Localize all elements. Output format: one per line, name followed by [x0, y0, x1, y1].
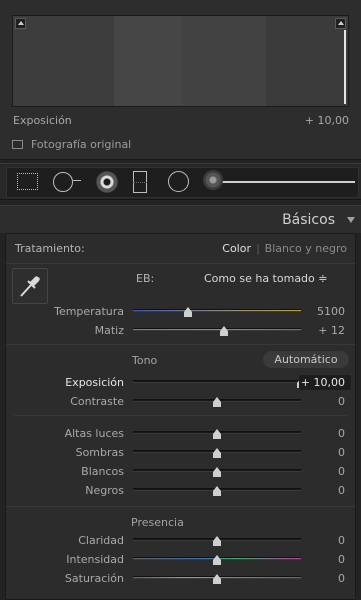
histogram-exposure-zone[interactable]	[182, 16, 266, 106]
divider	[6, 506, 355, 507]
tint-label: Matiz	[94, 324, 124, 337]
clarity-slider[interactable]	[133, 536, 301, 546]
highlights-thumb[interactable]	[213, 429, 222, 439]
blacks-thumb[interactable]	[213, 486, 222, 496]
histogram-whites-zone[interactable]	[266, 16, 348, 106]
whites-slider[interactable]	[133, 467, 301, 477]
original-photo-label: Fotografía original	[31, 138, 132, 151]
blacks-slider[interactable]	[133, 486, 301, 496]
highlights-value[interactable]: 0	[295, 427, 345, 440]
shadows-value[interactable]: 0	[295, 446, 345, 459]
tool-strip-inner	[6, 167, 359, 198]
histogram-blacks-zone[interactable]	[13, 16, 114, 106]
temperature-thumb[interactable]	[184, 307, 193, 317]
blacks-value[interactable]: 0	[295, 484, 345, 497]
histogram-zone-label: Exposición	[13, 114, 72, 127]
basic-panel-title: Básicos	[282, 212, 335, 228]
shadows-slider[interactable]	[133, 448, 301, 458]
whites-label: Blancos	[81, 465, 124, 478]
whites-value[interactable]: 0	[295, 465, 345, 478]
whites-thumb[interactable]	[213, 467, 222, 477]
contrast-value[interactable]: 0	[295, 395, 345, 408]
original-photo-checkbox[interactable]	[12, 140, 23, 149]
histogram-zone-value: + 10,00	[304, 114, 349, 127]
tone-section-title: Tono	[132, 354, 158, 367]
white-balance-label: EB:	[136, 272, 155, 285]
auto-tone-button[interactable]: Automático	[263, 351, 349, 368]
clarity-thumb[interactable]	[213, 536, 222, 546]
highlights-slider[interactable]	[133, 429, 301, 439]
contrast-label: Contraste	[70, 395, 124, 408]
basic-panel: Tratamiento: Color | Blanco y negro EB: …	[5, 233, 356, 600]
temperature-slider[interactable]	[133, 307, 301, 317]
crop-overlay-icon[interactable]	[17, 173, 38, 190]
blacks-label: Negros	[85, 484, 124, 497]
temperature-value[interactable]: 5100	[295, 305, 345, 318]
divider	[6, 344, 355, 345]
saturation-thumb[interactable]	[213, 574, 222, 584]
saturation-slider[interactable]	[133, 574, 301, 584]
histogram-panel: Exposición + 10,00 Fotografía original	[0, 0, 361, 160]
tool-strip	[0, 163, 361, 200]
temperature-label: Temperatura	[54, 305, 124, 318]
spot-removal-arrow	[73, 180, 81, 181]
clarity-value[interactable]: 0	[295, 534, 345, 547]
clarity-label: Claridad	[78, 534, 124, 547]
contrast-thumb[interactable]	[213, 397, 222, 407]
exposure-label: Exposición	[65, 376, 124, 389]
vibrance-label: Intensidad	[66, 553, 124, 566]
basic-panel-header[interactable]: Básicos	[0, 205, 361, 233]
radial-filter-icon[interactable]	[168, 171, 189, 192]
adjustment-brush-line	[217, 181, 355, 183]
white-balance-select[interactable]: Como se ha tomado ≑	[204, 272, 327, 285]
vibrance-thumb[interactable]	[213, 555, 222, 565]
shadows-thumb[interactable]	[213, 448, 222, 458]
graduated-filter-midline	[133, 182, 147, 183]
shadow-clipping-icon[interactable]	[15, 18, 26, 29]
vibrance-slider[interactable]	[133, 555, 301, 565]
histogram-shadows-zone[interactable]	[114, 16, 182, 106]
treatment-label: Tratamiento:	[15, 242, 85, 255]
vibrance-value[interactable]: 0	[295, 553, 345, 566]
original-photo-toggle[interactable]: Fotografía original	[12, 138, 131, 151]
shadows-label: Sombras	[75, 446, 124, 459]
highlights-label: Altas luces	[64, 427, 124, 440]
red-eye-icon[interactable]	[96, 171, 118, 193]
treatment-color-option[interactable]: Color	[222, 242, 251, 255]
divider	[14, 415, 347, 416]
spot-removal-icon[interactable]	[53, 172, 73, 192]
contrast-slider[interactable]	[133, 397, 301, 407]
histogram-graph[interactable]	[12, 15, 349, 107]
tint-slider[interactable]	[133, 326, 301, 336]
adjustment-brush-icon[interactable]	[203, 170, 223, 190]
exposure-value[interactable]: + 10,00	[299, 375, 351, 390]
collapse-triangle-icon[interactable]	[347, 217, 355, 223]
tint-thumb[interactable]	[219, 326, 229, 336]
treatment-bw-option[interactable]: Blanco y negro	[265, 242, 347, 255]
white-balance-eyedropper-icon[interactable]	[12, 268, 48, 304]
highlight-clipping-icon[interactable]	[335, 18, 346, 29]
presence-section-title: Presencia	[131, 516, 184, 529]
exposure-slider[interactable]	[133, 378, 305, 388]
saturation-label: Saturación	[64, 572, 124, 585]
treatment-separator: |	[256, 242, 260, 255]
tint-value[interactable]: + 12	[295, 324, 345, 337]
divider	[6, 263, 355, 264]
saturation-value[interactable]: 0	[295, 572, 345, 585]
histogram-spike	[344, 30, 346, 104]
